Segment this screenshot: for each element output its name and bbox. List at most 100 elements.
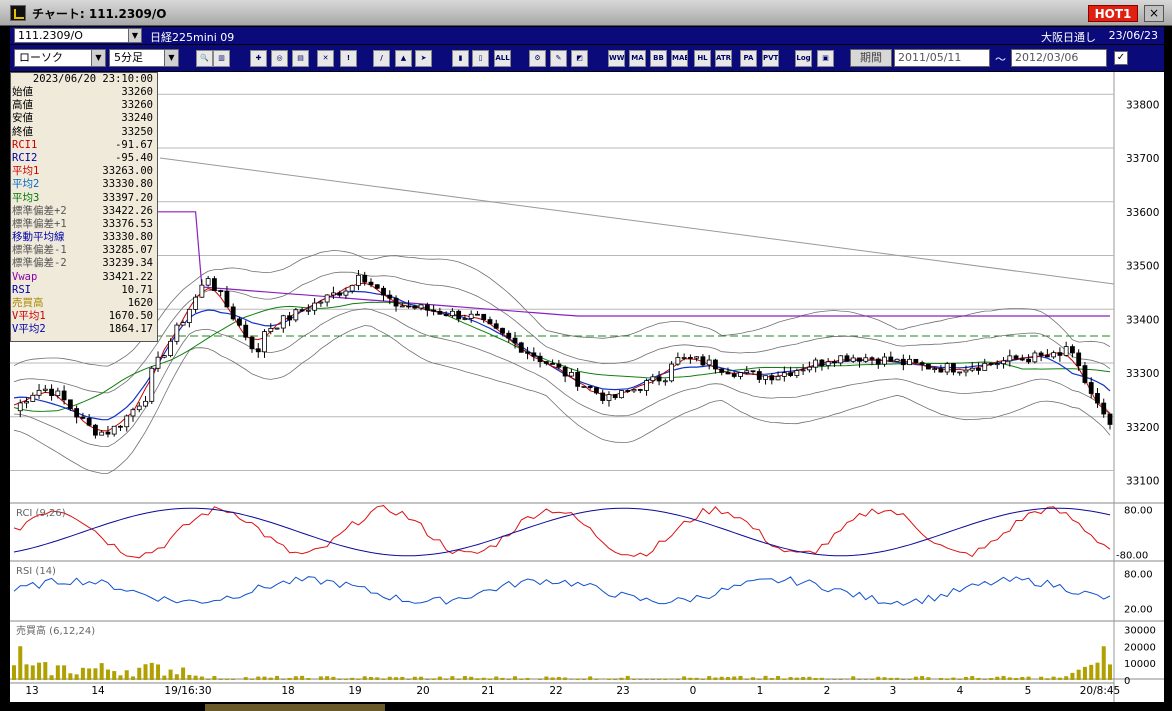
time-tick-label: 20/8:45 — [1080, 685, 1120, 697]
bb-button[interactable]: BB — [650, 50, 667, 67]
candle-body — [299, 309, 305, 312]
hot-button[interactable]: HOT1 — [1088, 5, 1138, 22]
info-row: 平均1 33263.00 — [11, 165, 157, 178]
volume-bar — [275, 675, 280, 680]
atr-button[interactable]: ATR — [715, 50, 732, 67]
edit-button[interactable]: ✎ — [550, 50, 567, 67]
hl-button[interactable]: HL — [694, 50, 711, 67]
date-from-field[interactable]: 2011/05/11 — [894, 49, 990, 67]
close-button[interactable]: × — [1144, 5, 1164, 22]
volume-bar — [907, 679, 912, 680]
candle-body — [1082, 365, 1088, 383]
chevron-down-icon[interactable]: ▼ — [91, 50, 105, 66]
candle-body — [280, 315, 286, 329]
pvt-button[interactable]: PVT — [762, 50, 779, 67]
tool-a-button[interactable]: ✚ — [250, 50, 267, 67]
title-bar: チャート: 111.2309/O HOT1 × — [0, 0, 1172, 26]
tool-b-button[interactable]: ◎ — [271, 50, 288, 67]
candle-body — [969, 367, 975, 371]
para-button[interactable]: PA — [740, 50, 757, 67]
volume-bar — [1026, 676, 1031, 680]
info-value: 33397.20 — [102, 191, 153, 204]
date-to-field[interactable]: 2012/03/06 — [1011, 49, 1107, 67]
color-button[interactable]: ◩ — [571, 50, 588, 67]
tool-d-button[interactable]: ✕ — [317, 50, 334, 67]
candle-body — [750, 370, 756, 373]
price-chart[interactable]: 33800 33700 33600 33500 33400 33300 33200 33100… — [10, 72, 1164, 702]
volume-bar — [419, 676, 424, 680]
candle-body — [982, 362, 988, 371]
volume-panel-label: 売買高 (6,12,24) — [16, 624, 95, 637]
candle-body — [399, 305, 405, 308]
volume-bar — [80, 667, 85, 680]
pointer-button[interactable]: ▲ — [395, 50, 412, 67]
volume-bar — [130, 676, 135, 680]
volume-bar — [394, 677, 399, 680]
candle-body — [324, 294, 330, 303]
volume-bar — [243, 677, 248, 680]
info-value: 33422.26 — [102, 204, 153, 217]
volume-bar — [462, 676, 467, 680]
tool-e-button[interactable]: ! — [340, 50, 357, 67]
candle-body — [86, 417, 92, 426]
candle-body — [36, 389, 42, 396]
arrow-tool-button[interactable]: ➤ — [415, 50, 432, 67]
candle-body — [80, 416, 86, 419]
candle-body — [61, 390, 67, 401]
candle-body — [255, 348, 261, 353]
volume-bar — [362, 676, 367, 680]
time-tick-label: 4 — [957, 685, 964, 697]
line-tool-button[interactable]: / — [373, 50, 390, 67]
volume-bar — [1051, 676, 1056, 680]
volume-bar — [412, 676, 417, 680]
export-button[interactable]: ▣ — [817, 50, 834, 67]
chart-area[interactable]: 33800 33700 33600 33500 33400 33300 33200 33100… — [10, 72, 1164, 702]
volume-bar — [143, 664, 148, 680]
candle-body — [381, 287, 386, 296]
candle-body — [481, 313, 487, 320]
zoom-button[interactable]: 🔍 — [196, 50, 213, 67]
volume-bar — [99, 663, 104, 680]
apply-checkbox[interactable]: ✓ — [1114, 51, 1128, 65]
candle-body — [744, 370, 750, 373]
info-value: 33240 — [121, 112, 153, 125]
ma-button[interactable]: MA — [629, 50, 646, 67]
chart-type-select[interactable]: ローソク ▼ — [14, 49, 106, 67]
indicator-button[interactable]: WW — [608, 50, 625, 67]
info-row: V平均1 1670.50 — [11, 310, 157, 323]
mae-button[interactable]: MAE — [671, 50, 688, 67]
candle-a-button[interactable]: ▮ — [452, 50, 469, 67]
volume-bar — [538, 679, 543, 680]
tool-c-button[interactable]: ▤ — [292, 50, 309, 67]
time-tick-label: 13 — [25, 685, 38, 697]
volume-bar — [199, 676, 204, 680]
volume-bar — [882, 677, 887, 680]
period-button[interactable]: 期間 — [850, 49, 892, 67]
all-button[interactable]: ALL — [494, 50, 511, 67]
candle-b-button[interactable]: ▯ — [472, 50, 489, 67]
volume-bar — [625, 675, 630, 680]
candle-body — [493, 323, 499, 329]
settings-button[interactable]: ⚙ — [529, 50, 546, 67]
info-value: 1670.50 — [108, 310, 153, 323]
candle-body — [875, 358, 881, 365]
chevron-down-icon[interactable]: ▼ — [128, 29, 141, 42]
info-label: 標準偏差+1 — [12, 217, 67, 230]
volume-bar — [700, 679, 705, 680]
candle-body — [731, 373, 737, 377]
interval-select[interactable]: 5分足 ▼ — [109, 49, 179, 67]
info-label: 平均2 — [12, 178, 40, 191]
time-scrollbar[interactable] — [205, 704, 385, 711]
candle-body — [819, 359, 825, 366]
candle-body — [650, 376, 656, 381]
chevron-down-icon[interactable]: ▼ — [164, 50, 178, 66]
volume-bar — [262, 676, 267, 680]
candle-body — [218, 290, 224, 292]
volume-bar — [293, 676, 298, 680]
date-range-separator: 〜 — [995, 53, 1006, 66]
log-button[interactable]: Log — [795, 50, 812, 67]
symbol-select[interactable]: 111.2309/O ▼ — [14, 28, 142, 43]
volume-bar — [318, 676, 323, 680]
bars-button[interactable]: ▥ — [213, 50, 230, 67]
candle-body — [581, 385, 587, 388]
